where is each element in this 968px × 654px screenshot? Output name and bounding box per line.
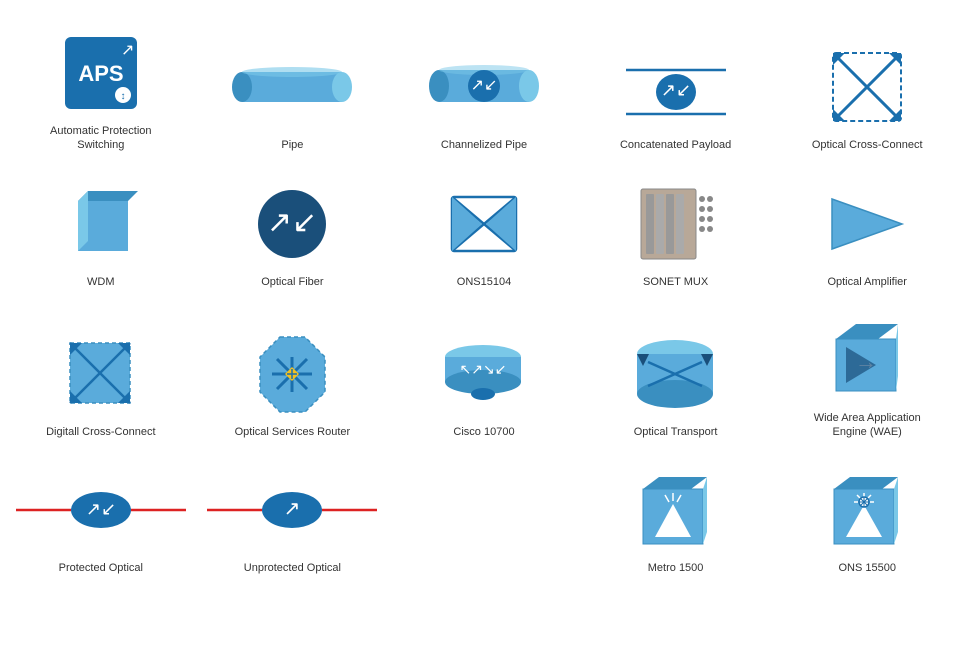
metro-1500-icon: [635, 465, 717, 555]
list-item[interactable]: Optical Transport: [585, 307, 767, 448]
concatenated-payload-icon: ↗↙: [616, 42, 736, 132]
sonet-mux-icon: [636, 179, 716, 269]
svg-text:↗: ↗: [284, 498, 301, 520]
list-item[interactable]: ↗↙ Channelized Pipe: [393, 20, 575, 161]
channelized-pipe-label: Channelized Pipe: [441, 138, 527, 152]
pipe-icon: [232, 42, 352, 132]
ons-15500-label: ONS 15500: [838, 561, 895, 575]
protected-optical-label: Protected Optical: [59, 561, 143, 575]
list-item[interactable]: SONET MUX: [585, 171, 767, 297]
list-item[interactable]: ↗↙ Protected Optical: [10, 457, 192, 583]
list-item[interactable]: Optical Amplifier: [776, 171, 958, 297]
aps-label: Automatic ProtectionSwitching: [50, 124, 152, 153]
metro-1500-label: Metro 1500: [648, 561, 704, 575]
svg-text:↗: ↗: [121, 42, 134, 59]
ons15104-icon: [448, 179, 520, 269]
list-item[interactable]: ↗↙ Optical Fiber: [202, 171, 384, 297]
list-item[interactable]: Digitall Cross-Connect: [10, 307, 192, 448]
optical-services-router-label: Optical Services Router: [235, 425, 351, 439]
list-item[interactable]: → Wide Area ApplicationEngine (WAE): [776, 307, 958, 448]
digital-cross-connect-icon: [60, 329, 142, 419]
optical-services-router-icon: [250, 329, 335, 419]
ons15104-label: ONS15104: [457, 275, 511, 289]
digital-cross-connect-label: Digitall Cross-Connect: [46, 425, 155, 439]
list-item[interactable]: Optical Services Router: [202, 307, 384, 448]
list-item[interactable]: WDM: [10, 171, 192, 297]
aps-icon: APS ↗ ↕: [65, 28, 137, 118]
icon-grid: APS ↗ ↕ Automatic ProtectionSwitching: [0, 0, 968, 604]
pipe-label: Pipe: [281, 138, 303, 152]
list-item[interactable]: Optical Cross-Connect: [776, 20, 958, 161]
list-item[interactable]: ↗↙ Concatenated Payload: [585, 20, 767, 161]
unprotected-optical-label: Unprotected Optical: [244, 561, 341, 575]
cisco-10700-label: Cisco 10700: [453, 425, 514, 439]
optical-fiber-icon: ↗↙: [256, 179, 328, 269]
concatenated-payload-label: Concatenated Payload: [620, 138, 731, 152]
svg-text:↗↙: ↗↙: [86, 499, 116, 519]
channelized-pipe-icon: ↗↙: [429, 42, 539, 132]
list-item[interactable]: ↗ Unprotected Optical: [202, 457, 384, 583]
ons-15500-icon: [826, 465, 908, 555]
svg-text:↕: ↕: [120, 91, 125, 102]
list-item[interactable]: ↖↗↘↙ Cisco 10700: [393, 307, 575, 448]
svg-text:APS: APS: [78, 61, 123, 86]
optical-transport-icon: [633, 329, 718, 419]
svg-text:↗↙: ↗↙: [661, 80, 691, 100]
wae-icon: →: [826, 315, 908, 405]
svg-text:↗↙: ↗↙: [267, 206, 317, 239]
list-item[interactable]: Pipe: [202, 20, 384, 161]
optical-amplifier-icon: [827, 179, 907, 269]
protected-optical-icon: ↗↙: [16, 465, 186, 555]
optical-transport-label: Optical Transport: [634, 425, 718, 439]
list-item[interactable]: ONS 15500: [776, 457, 958, 583]
unprotected-optical-icon: ↗: [207, 465, 377, 555]
list-item[interactable]: ONS15104: [393, 171, 575, 297]
optical-amplifier-label: Optical Amplifier: [827, 275, 906, 289]
svg-text:↗↙: ↗↙: [471, 77, 498, 94]
wae-label: Wide Area ApplicationEngine (WAE): [814, 411, 921, 440]
svg-text:↖↗↘↙: ↖↗↘↙: [460, 361, 507, 377]
cisco-10700-icon: ↖↗↘↙: [441, 329, 526, 419]
list-item[interactable]: APS ↗ ↕ Automatic ProtectionSwitching: [10, 20, 192, 161]
optical-cross-connect-label: Optical Cross-Connect: [812, 138, 923, 152]
wdm-label: WDM: [87, 275, 115, 289]
wdm-icon: [58, 179, 143, 269]
list-item-empty: [393, 457, 575, 583]
sonet-mux-label: SONET MUX: [643, 275, 708, 289]
list-item[interactable]: Metro 1500: [585, 457, 767, 583]
optical-cross-connect-icon: [831, 42, 903, 132]
optical-fiber-label: Optical Fiber: [261, 275, 323, 289]
